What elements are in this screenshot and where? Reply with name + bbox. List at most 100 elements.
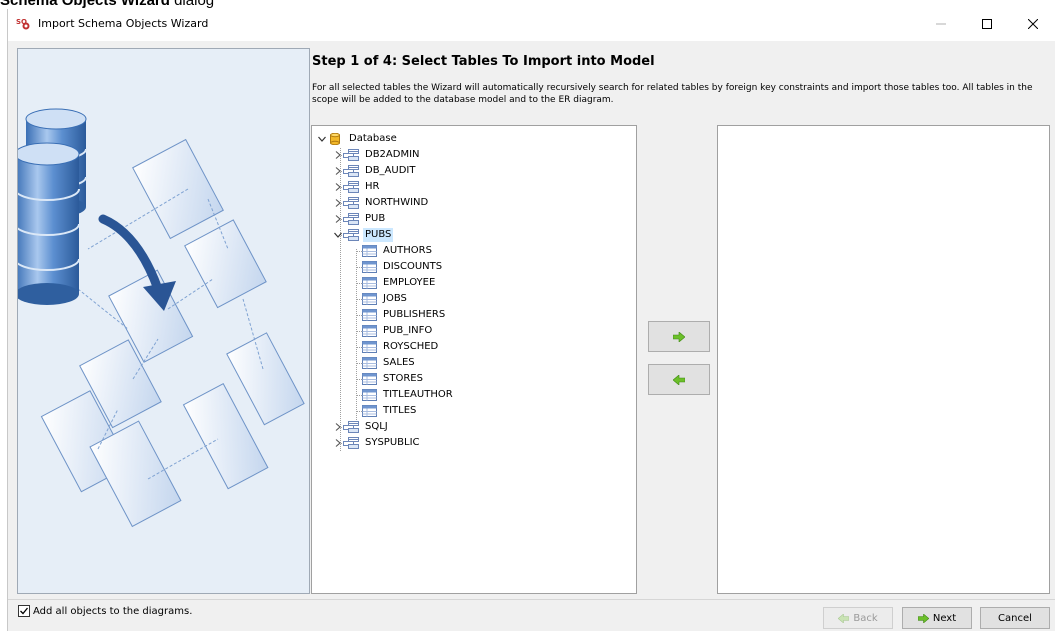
tree-table-pub_info[interactable]: PUB_INFO — [361, 323, 434, 339]
tree-table-stores[interactable]: STORES — [361, 371, 425, 387]
arrow-right-icon — [917, 613, 929, 623]
schema-icon — [343, 436, 359, 450]
collapse-chevron-icon[interactable] — [333, 227, 343, 243]
tree-schema-hr[interactable]: HR — [333, 179, 381, 195]
schema-icon — [343, 180, 359, 194]
tree-label: SALES — [383, 357, 415, 368]
tree-schema-syspublic[interactable]: SYSPUBLIC — [333, 435, 422, 451]
schema-icon — [343, 212, 359, 226]
wizard-illustration — [17, 48, 310, 594]
tree-label: TITLEAUTHOR — [383, 389, 453, 400]
tree-label: PUB — [365, 213, 386, 224]
tree-label: NORTHWIND — [365, 197, 429, 208]
checkmark-icon — [20, 607, 29, 615]
close-button[interactable] — [1010, 9, 1055, 39]
caption-bold: Schema Objects Wizard — [0, 0, 170, 9]
tree-table-titles[interactable]: TITLES — [361, 403, 418, 419]
tree-table-employee[interactable]: EMPLOYEE — [361, 275, 437, 291]
tree-table-discounts[interactable]: DISCOUNTS — [361, 259, 444, 275]
tree-table-roysched[interactable]: ROYSCHED — [361, 339, 440, 355]
table-icon — [361, 276, 377, 290]
table-icon — [361, 308, 377, 322]
database-icon — [327, 132, 343, 146]
step-description: For all selected tables the Wizard will … — [312, 83, 1033, 105]
table-icon — [361, 340, 377, 354]
table-icon — [361, 260, 377, 274]
add-to-selection-button[interactable] — [648, 321, 710, 352]
tree-table-sales[interactable]: SALES — [361, 355, 417, 371]
schema-icon — [343, 228, 359, 242]
schema-icon — [343, 164, 359, 178]
arrow-left-icon — [838, 613, 850, 623]
next-label: Next — [932, 612, 957, 624]
table-icon — [361, 404, 377, 418]
tree-table-titleauthor[interactable]: TITLEAUTHOR — [361, 387, 455, 403]
table-icon — [361, 356, 377, 370]
tree-table-jobs[interactable]: JOBS — [361, 291, 409, 307]
tree-label: EMPLOYEE — [383, 277, 436, 288]
window-title: Import Schema Objects Wizard — [38, 17, 209, 30]
arrow-left-icon — [673, 374, 685, 385]
maximize-button[interactable] — [964, 9, 1010, 39]
step-title: Step 1 of 4: Select Tables To Import int… — [312, 54, 655, 69]
arrow-right-icon — [673, 331, 685, 342]
tree-label: AUTHORS — [383, 245, 432, 256]
title-bar: SQ Import Schema Objects Wizard — [8, 9, 1055, 41]
cancel-label: Cancel — [998, 612, 1032, 624]
tree-label: DB2ADMIN — [365, 149, 420, 160]
back-label: Back — [853, 612, 878, 624]
table-icon — [361, 388, 377, 402]
tree-table-authors[interactable]: AUTHORS — [361, 243, 434, 259]
table-icon — [361, 324, 377, 338]
tree-schema-pubs[interactable]: PUBS — [333, 227, 394, 243]
add-all-label: Add all objects to the diagrams. — [33, 605, 193, 617]
tree-label: SQLJ — [365, 421, 388, 432]
document-caption: Schema Objects Wizard dialog — [0, 0, 214, 9]
expand-chevron-icon[interactable] — [333, 179, 343, 195]
tree-schema-northwind[interactable]: NORTHWIND — [333, 195, 430, 211]
footer-divider — [8, 599, 1055, 600]
tree-label: DISCOUNTS — [383, 261, 443, 272]
tree-label: ROYSCHED — [383, 341, 439, 352]
minimize-button[interactable] — [918, 9, 964, 39]
tree-label: HR — [365, 181, 380, 192]
expand-chevron-icon[interactable] — [333, 435, 343, 451]
tree-label: SYSPUBLIC — [365, 437, 420, 448]
tree-schema-db2admin[interactable]: DB2ADMIN — [333, 147, 422, 163]
selected-objects-list[interactable] — [717, 125, 1050, 594]
maximize-icon — [982, 19, 992, 29]
tree-schema-pub[interactable]: PUB — [333, 211, 387, 227]
back-button[interactable]: Back — [823, 607, 893, 629]
expand-chevron-icon[interactable] — [333, 211, 343, 227]
next-button[interactable]: Next — [902, 607, 972, 629]
available-objects-tree[interactable]: Database DB2ADMIN DB_AUDIT HR NORTHWIND PUB P… — [311, 125, 637, 594]
remove-from-selection-button[interactable] — [648, 364, 710, 395]
tree-label: STORES — [383, 373, 423, 384]
tree-schema-sqlj[interactable]: SQLJ — [333, 419, 390, 435]
close-icon — [1028, 19, 1038, 29]
expand-chevron-icon[interactable] — [333, 163, 343, 179]
table-icon — [361, 372, 377, 386]
collapse-chevron-icon[interactable] — [317, 131, 327, 147]
expand-chevron-icon[interactable] — [333, 147, 343, 163]
caption-suffix: dialog — [169, 0, 215, 9]
add-all-option[interactable]: Add all objects to the diagrams. — [18, 605, 192, 617]
cancel-button[interactable]: Cancel — [980, 607, 1050, 629]
schema-icon — [343, 196, 359, 210]
schema-icon — [343, 148, 359, 162]
tree-table-publishers[interactable]: PUBLISHERS — [361, 307, 447, 323]
tree-label: DB_AUDIT — [365, 165, 416, 176]
table-icon — [361, 292, 377, 306]
tree-root-database[interactable]: Database — [317, 131, 399, 147]
expand-chevron-icon[interactable] — [333, 195, 343, 211]
tree-schema-db_audit[interactable]: DB_AUDIT — [333, 163, 417, 179]
schema-icon — [343, 420, 359, 434]
tree-label: TITLES — [383, 405, 417, 416]
tree-label-database: Database — [349, 133, 397, 144]
add-all-checkbox[interactable] — [18, 605, 30, 617]
expand-chevron-icon[interactable] — [333, 419, 343, 435]
database-import-illustration — [18, 108, 305, 528]
table-icon — [361, 244, 377, 258]
tree-label: PUBS — [363, 228, 394, 242]
tree-label: PUB_INFO — [383, 325, 433, 336]
